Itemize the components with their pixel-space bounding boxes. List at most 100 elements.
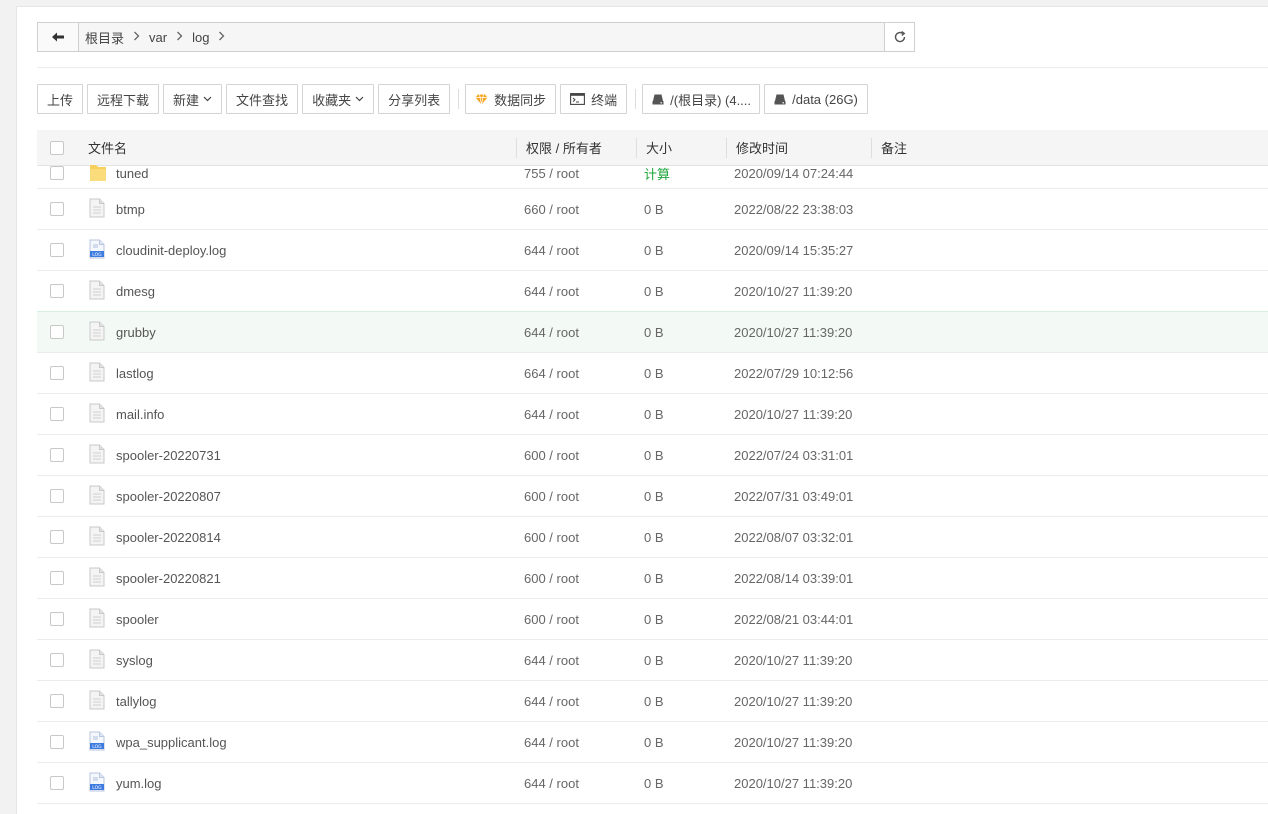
row-check-cell [50, 476, 64, 516]
breadcrumb-log[interactable]: log [189, 30, 212, 45]
data-sync-label: 数据同步 [494, 92, 547, 108]
table-row[interactable]: spooler-20220821 600 / root 0 B 2022/08/… [37, 558, 1268, 599]
row-checkbox[interactable] [50, 694, 64, 708]
file-name[interactable]: cloudinit-deploy.log [116, 230, 226, 270]
file-name[interactable]: mail.info [116, 394, 164, 434]
row-checkbox[interactable] [50, 653, 64, 667]
row-check-cell [50, 312, 64, 352]
calculate-size-link[interactable]: 计算 [644, 158, 670, 188]
table-row[interactable]: tuned 755 / root 计算 2020/09/14 07:24:44 [37, 158, 1268, 189]
table-row[interactable]: syslog 644 / root 0 B 2020/10/27 11:39:2… [37, 640, 1268, 681]
refresh-button[interactable] [884, 23, 914, 51]
table-row[interactable]: spooler-20220814 600 / root 0 B 2022/08/… [37, 517, 1268, 558]
terminal-button[interactable]: 终端 [560, 84, 628, 114]
file-name[interactable]: yum.log [116, 763, 162, 803]
select-all-checkbox[interactable] [50, 140, 64, 155]
file-permission[interactable]: 644 / root [524, 640, 579, 680]
file-name[interactable]: dmesg [116, 271, 155, 311]
file-size: 0 B [644, 324, 664, 340]
row-checkbox[interactable] [50, 166, 64, 180]
favorites-label: 收藏夹 [312, 92, 352, 108]
row-check-cell [50, 394, 64, 434]
data-sync-button[interactable]: 数据同步 [465, 84, 557, 114]
file-name[interactable]: spooler-20220814 [116, 517, 221, 557]
column-divider [636, 138, 637, 158]
disk-root-button[interactable]: /(根目录) (4.... [642, 84, 761, 114]
row-check-cell [50, 230, 64, 270]
file-name[interactable]: spooler-20220821 [116, 558, 221, 598]
file-mtime: 2020/10/27 11:39:20 [734, 283, 853, 299]
table-row[interactable]: LOG cloudinit-deploy.log 644 / root 0 B … [37, 230, 1268, 271]
table-row[interactable]: btmp 660 / root 0 B 2022/08/22 23:38:03 [37, 189, 1268, 230]
new-button[interactable]: 新建 [163, 84, 223, 114]
file-mtime: 2022/08/07 03:32:01 [734, 529, 854, 545]
row-checkbox[interactable] [50, 325, 64, 339]
file-icon [89, 312, 105, 352]
share-list-label: 分享列表 [388, 92, 441, 108]
file-name[interactable]: tuned [116, 158, 149, 188]
favorites-button[interactable]: 收藏夹 [302, 84, 375, 114]
share-list-button[interactable]: 分享列表 [378, 84, 451, 114]
table-row[interactable]: spooler-20220807 600 / root 0 B 2022/07/… [37, 476, 1268, 517]
table-row[interactable]: mail.info 644 / root 0 B 2020/10/27 11:3… [37, 394, 1268, 435]
file-permission[interactable]: 600 / root [524, 599, 579, 639]
breadcrumb-root[interactable]: 根目录 [82, 28, 127, 47]
remote-download-button[interactable]: 远程下载 [87, 84, 160, 114]
file-search-button[interactable]: 文件查找 [226, 84, 299, 114]
row-checkbox[interactable] [50, 571, 64, 585]
file-name[interactable]: wpa_supplicant.log [116, 722, 227, 762]
row-checkbox[interactable] [50, 366, 64, 380]
back-button[interactable] [38, 23, 79, 51]
table-row[interactable]: spooler-20220731 600 / root 0 B 2022/07/… [37, 435, 1268, 476]
upload-button[interactable]: 上传 [37, 84, 84, 114]
chevron-right-icon [127, 30, 146, 44]
file-permission[interactable]: 600 / root [524, 476, 579, 516]
file-permission[interactable]: 644 / root [524, 312, 579, 352]
file-permission[interactable]: 644 / root [524, 394, 579, 434]
row-checkbox[interactable] [50, 735, 64, 749]
row-checkbox[interactable] [50, 202, 64, 216]
file-permission[interactable]: 660 / root [524, 189, 579, 229]
row-checkbox[interactable] [50, 489, 64, 503]
table-row-hovered[interactable]: grubby 644 / root 0 B 2020/10/27 11:39:2… [37, 311, 1268, 353]
table-row[interactable]: LOG yum.log 644 / root 0 B 2020/10/27 11… [37, 763, 1268, 804]
table-row[interactable]: spooler 600 / root 0 B 2022/08/21 03:44:… [37, 599, 1268, 640]
file-size: 0 B [644, 734, 664, 750]
file-permission[interactable]: 600 / root [524, 558, 579, 598]
file-permission[interactable]: 755 / root [524, 158, 579, 188]
file-permission[interactable]: 644 / root [524, 722, 579, 762]
file-name[interactable]: btmp [116, 189, 145, 229]
file-permission[interactable]: 644 / root [524, 763, 579, 803]
file-name[interactable]: spooler-20220731 [116, 435, 221, 475]
file-mtime: 2020/10/27 11:39:20 [734, 775, 853, 791]
file-name[interactable]: spooler [116, 599, 159, 639]
row-checkbox[interactable] [50, 612, 64, 626]
row-checkbox[interactable] [50, 407, 64, 421]
row-checkbox[interactable] [50, 776, 64, 790]
row-checkbox[interactable] [50, 530, 64, 544]
file-permission[interactable]: 644 / root [524, 230, 579, 270]
file-size: 0 B [644, 201, 664, 217]
chevron-right-icon [170, 30, 189, 44]
row-checkbox[interactable] [50, 243, 64, 257]
diamond-icon [475, 93, 488, 105]
file-permission[interactable]: 600 / root [524, 517, 579, 557]
file-name[interactable]: spooler-20220807 [116, 476, 221, 516]
table-row[interactable]: tallylog 644 / root 0 B 2020/10/27 11:39… [37, 681, 1268, 722]
file-name[interactable]: lastlog [116, 353, 154, 393]
file-name[interactable]: grubby [116, 312, 156, 352]
file-name[interactable]: syslog [116, 640, 153, 680]
file-permission[interactable]: 664 / root [524, 353, 579, 393]
file-permission[interactable]: 644 / root [524, 271, 579, 311]
file-permission[interactable]: 644 / root [524, 681, 579, 721]
table-row[interactable]: LOG wpa_supplicant.log 644 / root 0 B 20… [37, 722, 1268, 763]
file-size: 0 B [644, 447, 664, 463]
file-permission[interactable]: 600 / root [524, 435, 579, 475]
row-checkbox[interactable] [50, 448, 64, 462]
table-row[interactable]: lastlog 664 / root 0 B 2022/07/29 10:12:… [37, 353, 1268, 394]
file-name[interactable]: tallylog [116, 681, 156, 721]
breadcrumb-var[interactable]: var [146, 30, 170, 45]
disk-data-button[interactable]: /data (26G) [764, 84, 868, 114]
table-row[interactable]: dmesg 644 / root 0 B 2020/10/27 11:39:20 [37, 271, 1268, 312]
row-checkbox[interactable] [50, 284, 64, 298]
